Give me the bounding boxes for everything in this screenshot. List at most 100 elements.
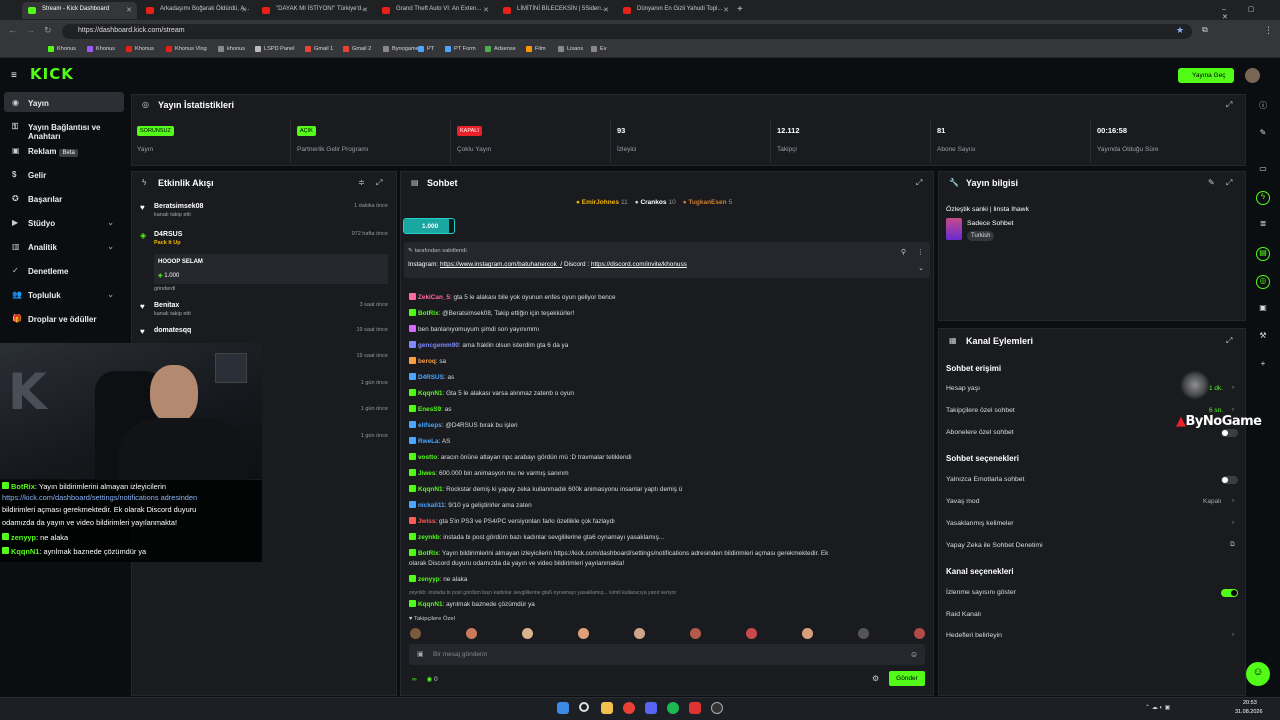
chevron-right-icon[interactable]: ›: [1232, 519, 1234, 526]
sidebar-item[interactable]: $ Gelir: [4, 164, 124, 184]
ai-moderation-row[interactable]: Yapay Zeka ile Sohbet Denetimi: [946, 542, 1043, 549]
chat-username[interactable]: zeynkb: [418, 534, 440, 541]
bolt-icon[interactable]: ϟ: [1256, 191, 1270, 205]
bookmark-item[interactable]: Adsense: [485, 46, 516, 52]
chat-username[interactable]: KqqnN1: [418, 390, 443, 397]
chevron-right-icon[interactable]: ›: [1232, 631, 1234, 638]
browser-tab[interactable]: Dünyanın En Gizli Yahudi Topl... ✕: [617, 2, 734, 19]
avatar[interactable]: [1245, 68, 1260, 83]
bookmark-item[interactable]: Bynogame: [383, 46, 419, 52]
close-icon[interactable]: ✕: [483, 6, 489, 14]
close-icon[interactable]: ✕: [241, 6, 247, 14]
chat-username[interactable]: BotRix: [418, 550, 439, 557]
chat-username[interactable]: EnesS9: [418, 406, 441, 413]
viewer-count-toggle[interactable]: [1221, 589, 1238, 597]
wrench-icon[interactable]: ⚒: [1256, 331, 1270, 345]
emote-icon[interactable]: [914, 628, 925, 639]
expand-icon[interactable]: ⤢: [1226, 178, 1232, 188]
filter-icon[interactable]: ≑: [358, 178, 365, 187]
chat-username[interactable]: ZekiCan_5: [418, 294, 450, 301]
windows-start-icon[interactable]: [557, 702, 569, 714]
bookmark-item[interactable]: Khonus: [126, 46, 154, 52]
info-icon[interactable]: ⓘ: [1256, 100, 1270, 114]
chat-username[interactable]: KqqnN1: [418, 601, 443, 608]
search-icon[interactable]: [579, 702, 589, 712]
send-button[interactable]: Gönder: [889, 671, 925, 686]
spotify-icon[interactable]: [667, 702, 679, 714]
chat-username[interactable]: RweLa: [418, 438, 439, 445]
bookmark-item[interactable]: Khonus: [48, 46, 76, 52]
chat-icon[interactable]: ▤: [1256, 247, 1270, 261]
sidebar-item[interactable]: ▶ Stüdyo ⌄: [4, 212, 124, 232]
close-icon[interactable]: ✕: [126, 6, 132, 14]
raid-row[interactable]: Raid Kanalı: [946, 611, 981, 618]
chevron-down-icon[interactable]: ⌄: [918, 264, 924, 272]
bookmark-item[interactable]: PT Form: [445, 46, 476, 52]
chat-username[interactable]: elifseps: [418, 422, 442, 429]
window-controls[interactable]: – ▢ ✕: [1222, 5, 1280, 21]
hamburger-icon[interactable]: ≡: [11, 70, 17, 81]
app-icon[interactable]: [689, 702, 701, 714]
url-bar[interactable]: https://dashboard.kick.com/stream: [62, 24, 1192, 39]
menu-icon[interactable]: ⋮: [1264, 25, 1273, 36]
smile-icon[interactable]: ☺: [910, 650, 918, 659]
chat-username[interactable]: gencgemm90: [418, 342, 459, 349]
bookmark-item[interactable]: Khonus: [87, 46, 115, 52]
chat-username[interactable]: vostto: [418, 454, 437, 461]
bookmark-item[interactable]: Film: [526, 46, 546, 52]
subs-chat-toggle[interactable]: [1221, 429, 1238, 437]
kick-logo[interactable]: KICK: [30, 65, 74, 83]
browser-tab[interactable]: "DAYAK MI İSTİYON!" Türkiye'd... ✕: [256, 2, 373, 19]
chat-username[interactable]: BotRix: [418, 310, 439, 317]
close-icon[interactable]: ✕: [362, 6, 368, 14]
external-link-icon[interactable]: ⧉: [1230, 541, 1235, 549]
obs-icon[interactable]: [711, 702, 723, 714]
chat-username[interactable]: D4RSUS: [418, 374, 444, 381]
sidebar-item[interactable]: ✓ Denetleme: [4, 260, 124, 280]
emote-icon[interactable]: [466, 628, 477, 639]
target-icon[interactable]: ◎: [1256, 275, 1270, 289]
bookmark-item[interactable]: Khonus Vlog: [166, 46, 207, 52]
chat-username[interactable]: Jiwes: [418, 470, 435, 477]
bookmark-item[interactable]: khonus: [218, 46, 245, 52]
close-icon[interactable]: ✕: [723, 6, 729, 14]
instagram-link[interactable]: https://www.instagram.com/batuhanercok_/: [440, 261, 562, 268]
chat-username[interactable]: Jwiss: [418, 518, 435, 525]
emote-icon[interactable]: [746, 628, 757, 639]
player-icon[interactable]: ▭: [1256, 164, 1270, 178]
sidebar-item[interactable]: ▣ Reklam Beta: [4, 140, 124, 160]
emote-only-row[interactable]: Yalnızca Emotlarla sohbet: [946, 476, 1024, 483]
subs-chat-row[interactable]: Abonelere özel sohbet: [946, 429, 1014, 436]
folder-icon[interactable]: [601, 702, 613, 714]
bookmark-item[interactable]: Lisans: [558, 46, 583, 52]
reload-icon[interactable]: ↻: [44, 25, 52, 36]
chat-username[interactable]: nickali11: [418, 502, 445, 509]
add-icon[interactable]: +: [1256, 359, 1270, 373]
bookmark-item[interactable]: Gmail 1: [305, 46, 333, 52]
bookmark-item[interactable]: LSPD Panel: [255, 46, 294, 52]
edit-icon[interactable]: ✎: [1208, 178, 1215, 187]
browser-tab[interactable]: Stream - Kick Dashboard ✕: [22, 2, 137, 19]
emote-icon[interactable]: [858, 628, 869, 639]
bookmark-star-icon[interactable]: ★: [1176, 25, 1184, 36]
chat-username[interactable]: zenyyp: [418, 576, 440, 583]
expand-icon[interactable]: ⤢: [916, 178, 922, 188]
extensions-icon[interactable]: ⧉: [1202, 25, 1208, 35]
sidebar-item[interactable]: 🎁 Droplar ve ödüller: [4, 308, 124, 328]
sidebar-item[interactable]: ✪ Başarılar: [4, 188, 124, 208]
unpin-icon[interactable]: ⚲: [901, 248, 906, 256]
edit-icon[interactable]: ✎: [1256, 128, 1270, 142]
emote-icon[interactable]: [522, 628, 533, 639]
chevron-right-icon[interactable]: ›: [1232, 406, 1234, 413]
card-icon[interactable]: ▣: [1256, 303, 1270, 317]
sidebar-item[interactable]: 👥 Topluluk ⌄: [4, 284, 124, 304]
account-age-row[interactable]: Hesap yaşı: [946, 385, 980, 392]
chat-username[interactable]: beroq: [418, 358, 436, 365]
emote-icon[interactable]: [410, 628, 421, 639]
browser-tab[interactable]: Grand Theft Auto VI: An Exten... ✕: [376, 2, 494, 19]
goals-row[interactable]: Hedefleri belirleyin: [946, 632, 1002, 639]
close-icon[interactable]: ✕: [603, 6, 609, 14]
emote-icon[interactable]: [578, 628, 589, 639]
sidebar-item[interactable]: ◉ Yayın: [4, 92, 124, 112]
back-icon[interactable]: ←: [8, 25, 17, 35]
